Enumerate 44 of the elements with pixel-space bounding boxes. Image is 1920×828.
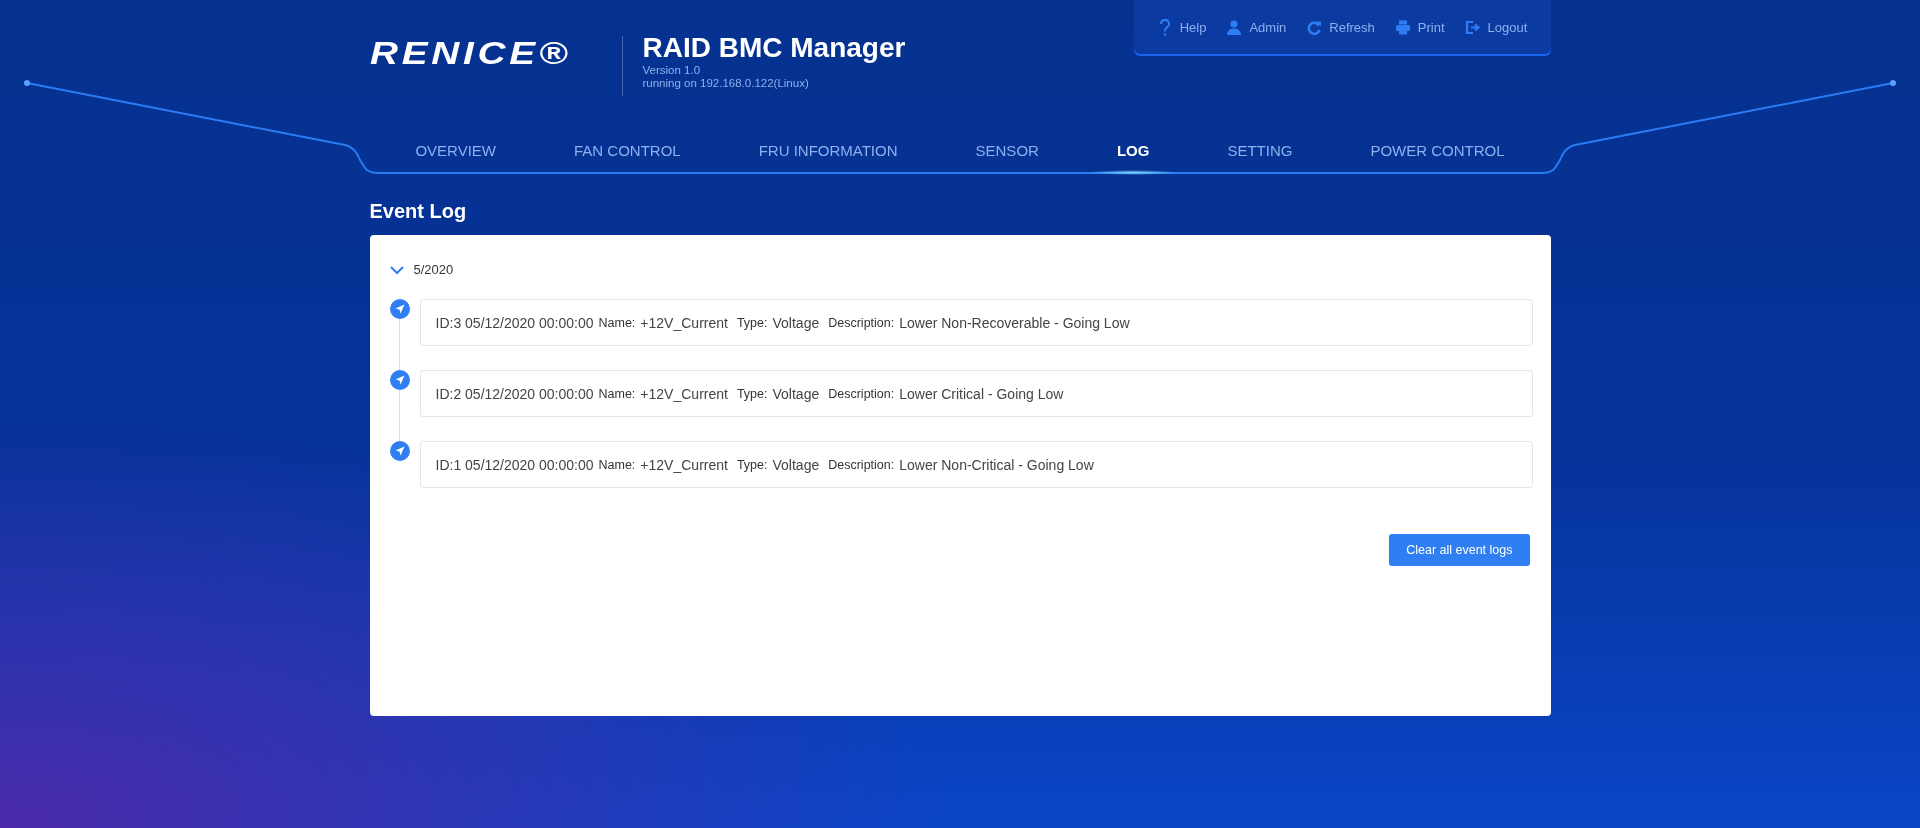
logout-link[interactable]: Logout bbox=[1464, 18, 1528, 36]
version-text: Version 1.0 bbox=[642, 64, 702, 77]
event-id-time: ID:3 05/12/2020 00:00:00 bbox=[435, 314, 594, 331]
name-label: Name: bbox=[598, 386, 636, 401]
event-description: Lower Non-Recoverable - Going Low bbox=[899, 314, 1130, 331]
description-label: Description: bbox=[828, 315, 895, 330]
event-type: Voltage bbox=[772, 456, 820, 473]
event-id-time: ID:1 05/12/2020 00:00:00 bbox=[435, 456, 594, 473]
name-label: Name: bbox=[598, 315, 636, 330]
type-label: Type: bbox=[736, 386, 768, 401]
month-group-toggle[interactable]: 5/2020 bbox=[389, 262, 454, 277]
nav-tab[interactable]: FRU INFORMATION bbox=[719, 128, 937, 172]
chevron-icon bbox=[389, 264, 404, 275]
clear-logs-button[interactable]: Clear all event logs bbox=[1389, 534, 1530, 566]
app-title: RAID BMC Manager bbox=[642, 32, 906, 64]
type-label: Type: bbox=[736, 315, 768, 330]
logout-icon bbox=[1464, 18, 1481, 36]
refresh-icon bbox=[1306, 18, 1323, 36]
nav-tab[interactable]: LOG bbox=[1077, 128, 1189, 172]
event-name: +12V_Current bbox=[640, 385, 728, 402]
print-link[interactable]: Print bbox=[1394, 18, 1445, 36]
refresh-link[interactable]: Refresh bbox=[1306, 18, 1375, 36]
page-title: Event Log bbox=[369, 200, 468, 223]
event-name: +12V_Current bbox=[640, 456, 728, 473]
nav-tab[interactable]: OVERVIEW bbox=[376, 128, 535, 172]
host-text: running on 192.168.0.122(Linux) bbox=[642, 77, 810, 90]
event-name: +12V_Current bbox=[640, 314, 728, 331]
print-icon bbox=[1394, 18, 1411, 36]
event-id-time: ID:2 05/12/2020 00:00:00 bbox=[435, 385, 594, 402]
nav-tab[interactable]: SENSOR bbox=[936, 128, 1078, 172]
event-type: Voltage bbox=[772, 385, 820, 402]
user-icon bbox=[1226, 18, 1243, 36]
description-label: Description: bbox=[828, 386, 895, 401]
nav-tab[interactable]: POWER CONTROL bbox=[1331, 128, 1544, 172]
event-description: Lower Non-Critical - Going Low bbox=[899, 456, 1094, 473]
description-label: Description: bbox=[828, 457, 895, 472]
help-link[interactable]: Help bbox=[1156, 18, 1207, 36]
type-label: Type: bbox=[736, 457, 768, 472]
event-description: Lower Critical - Going Low bbox=[899, 385, 1064, 402]
event-type: Voltage bbox=[772, 314, 820, 331]
nav-tab[interactable]: FAN CONTROL bbox=[534, 128, 720, 172]
nav-tab[interactable]: SETTING bbox=[1188, 128, 1332, 172]
user-link[interactable]: Admin bbox=[1226, 18, 1287, 36]
name-label: Name: bbox=[598, 457, 636, 472]
